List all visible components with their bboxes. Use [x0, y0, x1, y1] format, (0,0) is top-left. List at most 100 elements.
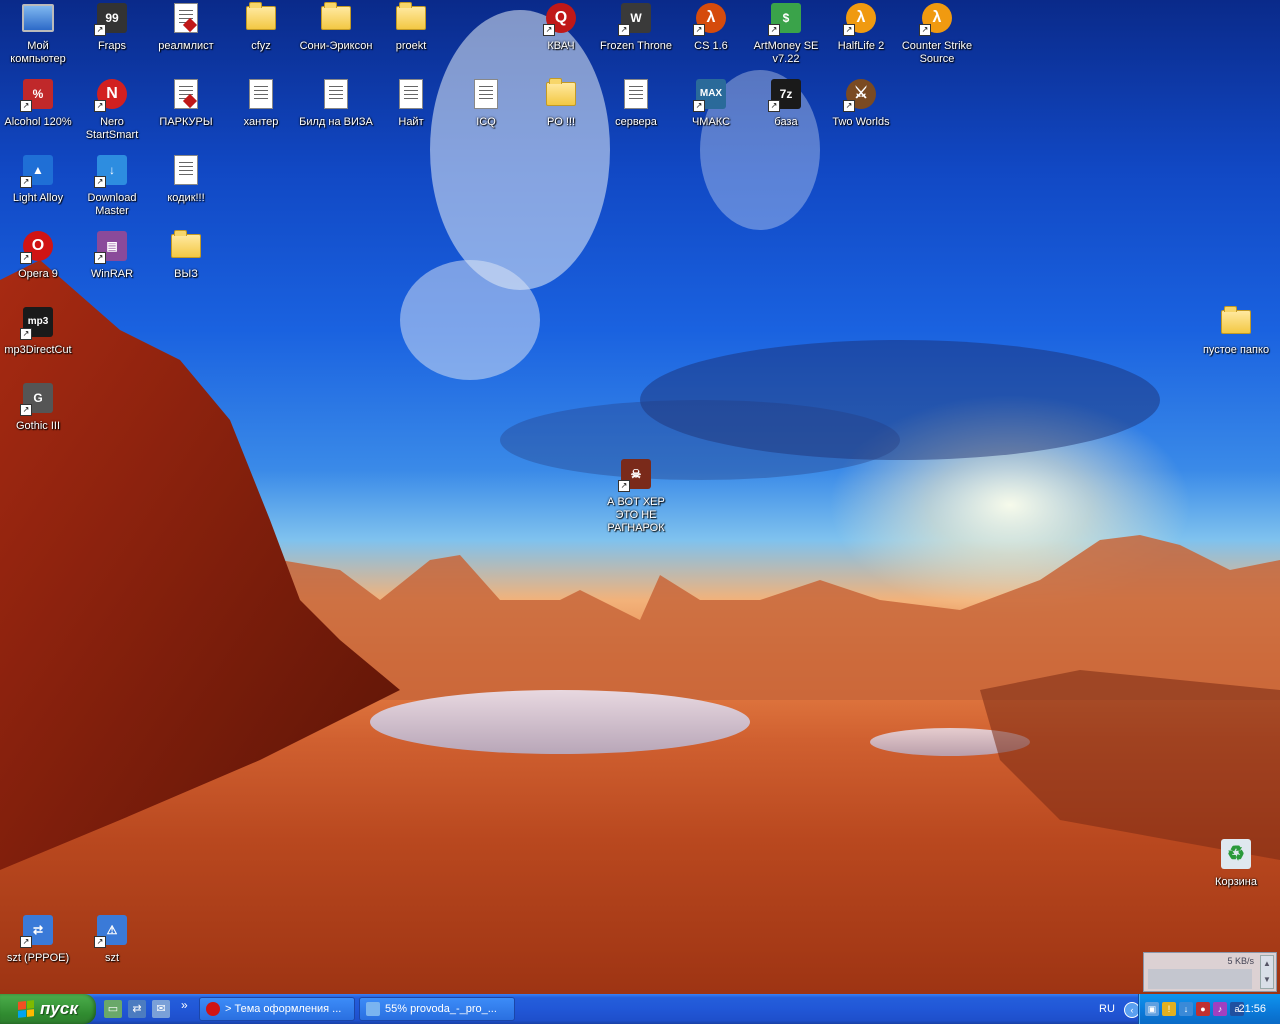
desktop-icon[interactable]: Q ↗ КВАЧ [523, 2, 599, 53]
speed-widget-scrollbar[interactable]: ▲ ▼ [1260, 955, 1274, 989]
document-icon [170, 2, 202, 34]
shortcut-arrow-icon: ↗ [20, 100, 32, 112]
desktop-icon[interactable]: хантер [223, 78, 299, 129]
folder-icon [320, 2, 352, 34]
database-icon: 7z ↗ [768, 78, 802, 112]
desktop-icon[interactable]: ICQ [448, 78, 524, 129]
speed-graph [1148, 969, 1252, 989]
desktop-icon[interactable]: Найт [373, 78, 449, 129]
desktop-icon-label: база [774, 116, 798, 128]
taskbar-item-download[interactable]: 55% provoda_-_pro_... [359, 997, 515, 1021]
desktop-icon[interactable]: ☠ ↗ А ВОТ ХЕР ЭТО НЕ РАГНАРОК [598, 458, 674, 535]
winrar-icon: ▤ ↗ [94, 230, 128, 264]
shortcut-arrow-icon: ↗ [618, 24, 630, 36]
desktop-icon[interactable]: cfyz [223, 2, 299, 53]
desktop-icon[interactable]: PO !!! [523, 78, 599, 129]
desktop-icon-label: реалмлист [158, 40, 214, 52]
desktop-icon[interactable]: W ↗ Frozen Throne [598, 2, 674, 53]
desktop-icon[interactable]: кодик!!! [148, 154, 224, 205]
task-label: > Тема оформления ... [225, 1003, 342, 1015]
desktop-icon[interactable]: mp3 ↗ mp3DirectCut [0, 306, 76, 357]
desktop-icon[interactable]: % ↗ Alcohol 120% [0, 78, 76, 129]
desktop-icon[interactable]: N ↗ Nero StartSmart [74, 78, 150, 142]
desktop-icon[interactable]: 7z ↗ база [748, 78, 824, 129]
shortcut-arrow-icon: ↗ [693, 24, 705, 36]
desktop[interactable]: Мой компьютер 99 ↗ Fraps реалмлист cfyz Сони-Э… [0, 0, 1280, 994]
desktop-icon[interactable]: proekt [373, 2, 449, 53]
text-file-icon [395, 78, 427, 110]
desktop-icon[interactable]: ⇄ ↗ szt (PPPOE) [0, 914, 76, 965]
folder-icon [545, 78, 577, 110]
desktop-icon[interactable]: λ ↗ CS 1.6 [673, 2, 749, 53]
desktop-icon-label: Сони-Эриксон [299, 40, 373, 52]
desktop-icon[interactable]: O ↗ Opera 9 [0, 230, 76, 281]
download-master-icon: ↓ ↗ [94, 154, 128, 188]
network-speed-widget[interactable]: 5 KB/s ▲ ▼ [1143, 952, 1277, 992]
game-shortcut-icon: ☠ ↗ [618, 458, 652, 492]
desktop-icon[interactable]: ПАРКУРЫ [148, 78, 224, 129]
system-tray: ▣ ! ↓ ● ♪ a 21:56 [1138, 994, 1280, 1024]
desktop-icon[interactable]: реалмлист [148, 2, 224, 53]
shortcut-arrow-icon: ↗ [20, 328, 32, 340]
start-button[interactable]: пуск [0, 994, 96, 1024]
warning-tray-icon[interactable]: ! [1162, 1002, 1176, 1016]
desktop-icon[interactable]: ⚠ ↗ szt [74, 914, 150, 965]
antivirus-tray-icon[interactable]: ● [1196, 1002, 1210, 1016]
network-connection-icon: ⇄ ↗ [20, 914, 54, 948]
taskbar-item-opera[interactable]: > Тема оформления ... [199, 997, 355, 1021]
document-icon [170, 78, 202, 110]
desktop-icon[interactable]: Мой компьютер [0, 2, 76, 66]
desktop-icon[interactable]: λ ↗ HalfLife 2 [823, 2, 899, 53]
desktop-icon[interactable]: ВЫЗ [148, 230, 224, 281]
desktop-icon[interactable]: ⚔ ↗ Two Worlds [823, 78, 899, 129]
desktop-icon[interactable]: пустое папко [1198, 306, 1274, 357]
folder-icon [1220, 306, 1252, 338]
desktop-icon[interactable]: $ ↗ ArtMoney SE v7.22 [748, 2, 824, 66]
half-life-icon: λ ↗ [693, 2, 727, 36]
text-file-icon [470, 78, 502, 110]
desktop-icon[interactable]: Сони-Эриксон [298, 2, 374, 53]
opera-icon [206, 1002, 220, 1016]
desktop-icon-label: Gothic III [15, 420, 61, 432]
speed-rate: 5 KB/s [1227, 956, 1254, 966]
shortcut-arrow-icon: ↗ [94, 252, 106, 264]
desktop-icon-label: ВЫЗ [174, 268, 198, 280]
desktop-icon[interactable]: ♻ Корзина [1198, 838, 1274, 889]
desktop-icon-label: Light Alloy [12, 192, 64, 204]
shortcut-arrow-icon: ↗ [20, 404, 32, 416]
shortcut-arrow-icon: ↗ [768, 100, 780, 112]
language-indicator[interactable]: RU [1099, 994, 1115, 1024]
download-tray-icon[interactable]: ↓ [1179, 1002, 1193, 1016]
windows-flag-icon [18, 1000, 35, 1018]
desktop-icon[interactable]: 99 ↗ Fraps [74, 2, 150, 53]
messenger-icon[interactable]: ✉ [152, 1000, 170, 1018]
desktop-icon[interactable]: λ ↗ Counter Strike Source [899, 2, 975, 66]
light-alloy-icon: ▲ ↗ [20, 154, 54, 188]
desktop-icon[interactable]: ▲ ↗ Light Alloy [0, 154, 76, 205]
desktop-icon[interactable]: сервера [598, 78, 674, 129]
desktop-icon[interactable]: Билд на ВИЗА [298, 78, 374, 129]
opera-icon: O ↗ [20, 230, 54, 264]
desktop-icon-label: mp3DirectCut [4, 344, 72, 356]
desktop-icon[interactable]: ↓ ↗ Download Master [74, 154, 150, 218]
network-icon[interactable]: ⇄ [128, 1000, 146, 1018]
desktop-icon[interactable]: ▤ ↗ WinRAR [74, 230, 150, 281]
desktop-icon[interactable]: MAX ↗ ЧМАКС [673, 78, 749, 129]
desktop-icon[interactable]: G ↗ Gothic III [0, 382, 76, 433]
show-desktop-icon[interactable]: ▭ [104, 1000, 122, 1018]
artmoney-icon: $ ↗ [768, 2, 802, 36]
shortcut-arrow-icon: ↗ [20, 936, 32, 948]
shortcut-arrow-icon: ↗ [20, 252, 32, 264]
shortcut-arrow-icon: ↗ [843, 24, 855, 36]
text-file-icon [320, 78, 352, 110]
quick-launch-chevron-icon[interactable]: » [181, 998, 188, 1012]
recycle-bin-icon: ♻ [1220, 838, 1252, 870]
desktop-icon-label: proekt [395, 40, 427, 52]
clock[interactable]: 21:56 [1238, 994, 1266, 1024]
warcraft-icon: W ↗ [618, 2, 652, 36]
media-tray-icon[interactable]: ♪ [1213, 1002, 1227, 1016]
folder-icon [395, 2, 427, 34]
shortcut-arrow-icon: ↗ [843, 100, 855, 112]
network-tray-icon[interactable]: ▣ [1145, 1002, 1159, 1016]
desktop-icon-label: Fraps [97, 40, 127, 52]
